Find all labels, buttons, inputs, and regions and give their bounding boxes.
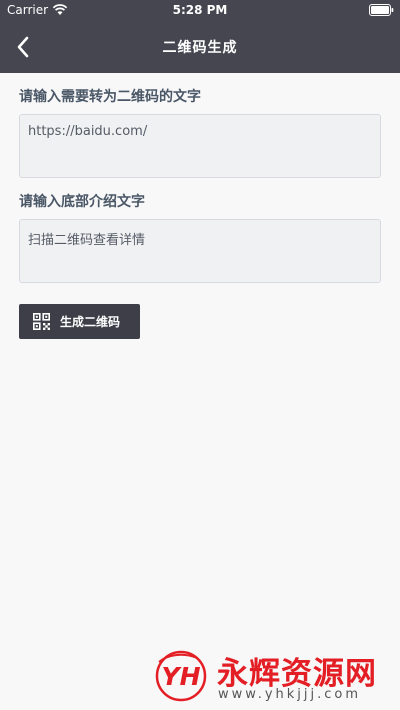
generate-qr-label: 生成二维码 [60, 315, 121, 329]
status-time: 5:28 PM [172, 3, 228, 17]
generate-qr-button[interactable]: 生成二维码 [19, 304, 140, 339]
caption-label: 请输入底部介绍文字 [19, 194, 145, 210]
content-input[interactable] [19, 114, 381, 178]
logo-text: YH [161, 662, 200, 691]
caption-input[interactable] [19, 219, 381, 283]
qr-form: 请输入需要转为二维码的文字 请输入底部介绍文字 生成二维码 [19, 73, 381, 339]
watermark-url: www.yhkjjj.com [218, 687, 362, 702]
status-bar: Carrier 5:28 PM [0, 0, 400, 20]
qr-code-icon [33, 313, 50, 330]
page-title: 二维码生成 [162, 40, 238, 56]
navigation-bar: 二维码生成 [0, 20, 400, 73]
yh-logo-icon: YH [155, 650, 207, 702]
watermark: YH 永辉资源网 www.yhkjjj.com [153, 648, 393, 706]
battery-icon [369, 4, 394, 16]
content-label: 请输入需要转为二维码的文字 [19, 89, 201, 105]
